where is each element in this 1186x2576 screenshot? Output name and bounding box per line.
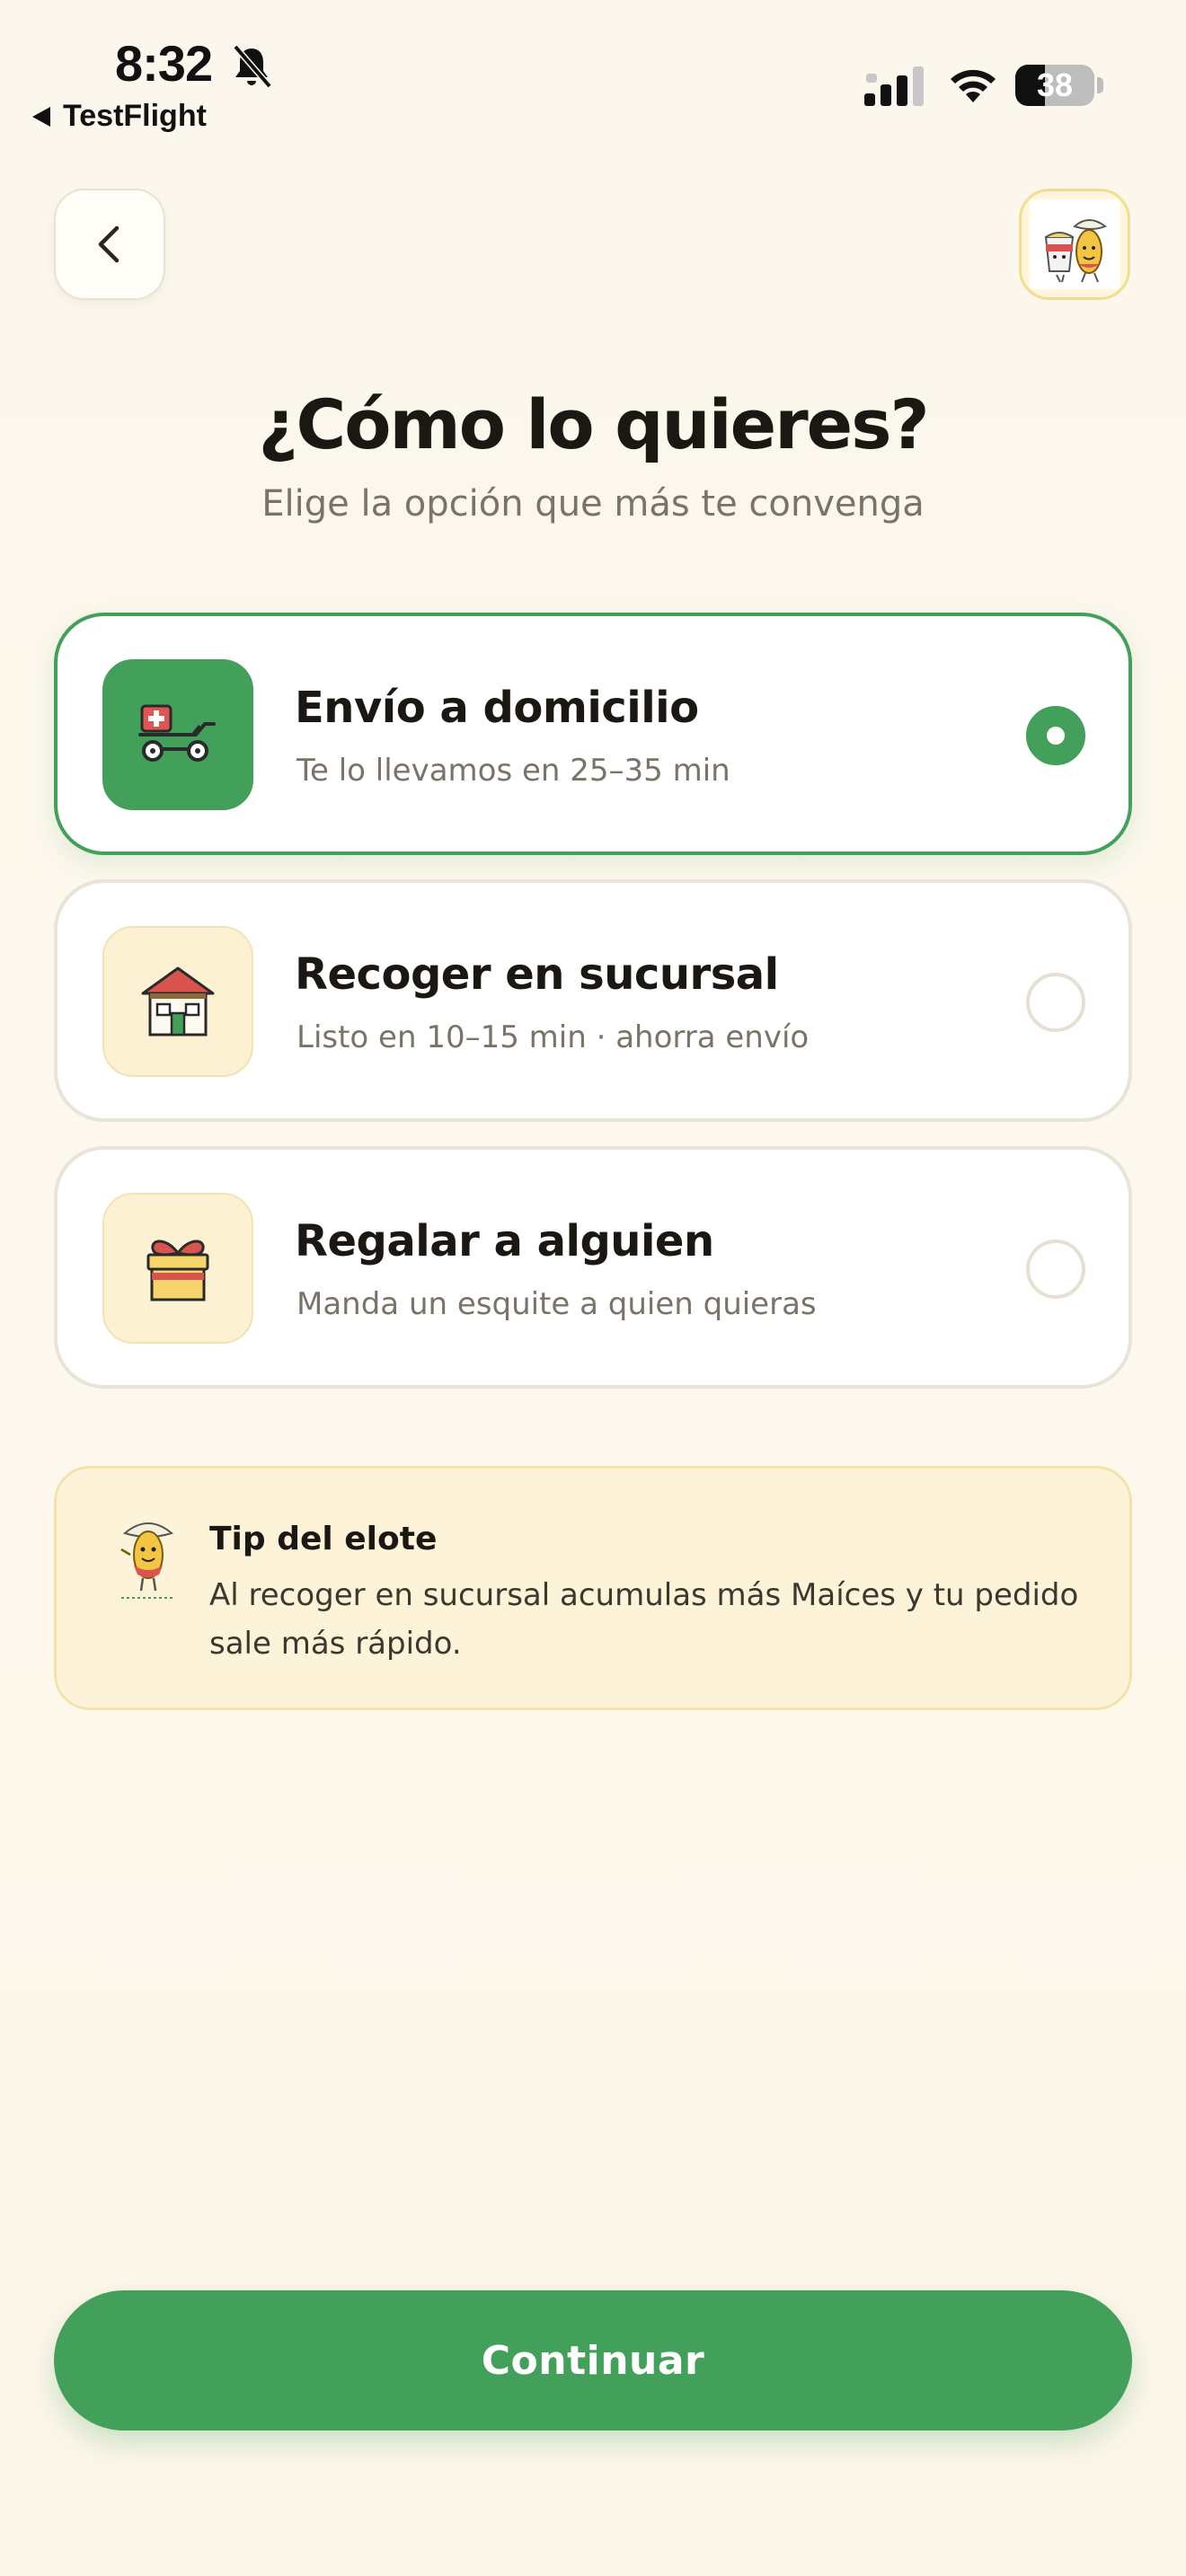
option-card-gift[interactable]: Regalar a alguien Manda un esquite a qui… [54,1146,1132,1389]
option-title: Regalar a alguien [295,1216,714,1266]
battery-percentage: 38 [1036,66,1074,103]
profile-avatar-button[interactable] [1019,189,1130,300]
store-icon [141,966,215,1037]
tip-body: Al recoger en sucursal acumulas más Maíc… [209,1577,1079,1662]
delivery-cart-icon [138,704,216,762]
gift-icon [146,1239,209,1301]
cellular-signal-icon [864,66,924,106]
option-subtitle: Manda un esquite a quien quieras [296,1286,817,1322]
continue-button[interactable]: Continuar [54,2290,1132,2430]
radio-unselected[interactable] [1026,973,1085,1032]
option-subtitle: Te lo llevamos en 25–35 min [296,753,730,789]
bell-slash-icon [233,44,272,89]
mascot-avatar-icon [1030,199,1120,289]
option-icon-box [102,659,253,810]
option-card-pickup[interactable]: Recoger en sucursal Listo en 10–15 min ·… [54,879,1132,1122]
page-subtitle: Elige la opción que más te convenga [261,483,925,525]
tip-card: Tip del elote Al recoger en sucursal acu… [54,1466,1132,1710]
battery-icon: 38 [1015,65,1103,106]
wifi-icon [951,69,996,102]
chevron-left-icon [98,225,119,263]
back-triangle-icon [32,106,50,127]
option-title: Recoger en sucursal [295,949,779,1000]
option-card-delivery[interactable]: Envío a domicilio Te lo llevamos en 25–3… [54,613,1132,855]
radio-unselected[interactable] [1026,1239,1085,1299]
back-app-label: TestFlight [63,99,207,133]
option-subtitle: Listo en 10–15 min · ahorra envío [296,1019,810,1055]
option-icon-box [102,926,253,1077]
page-title: ¿Cómo lo quieres? [258,384,929,464]
tip-title: Tip del elote [209,1521,438,1557]
back-to-app-link[interactable]: TestFlight [32,99,207,134]
elote-mascot-icon [120,1522,175,1599]
option-icon-box [102,1193,253,1344]
radio-selected[interactable] [1026,706,1085,765]
back-button[interactable] [54,189,165,300]
option-title: Envío a domicilio [295,683,699,733]
status-time: 8:32 [115,35,213,92]
